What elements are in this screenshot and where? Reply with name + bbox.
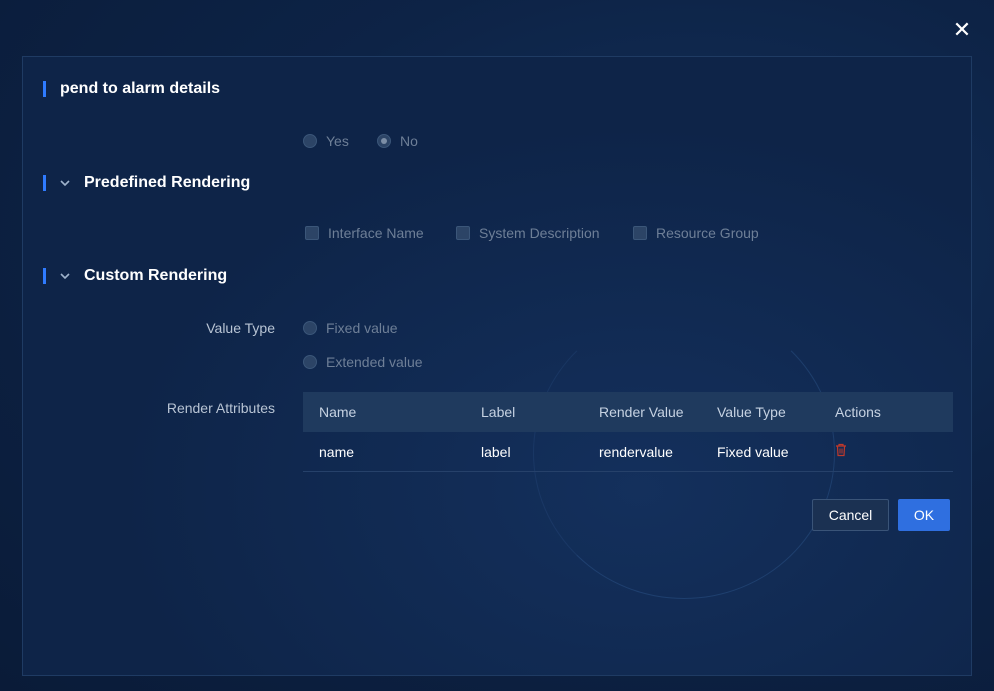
radio-fixed-value-label: Fixed value xyxy=(326,320,398,336)
section-alarm-details-title: pend to alarm details xyxy=(60,80,221,97)
checkbox-interface-name-box[interactable] xyxy=(305,226,319,240)
radio-extended-value[interactable]: Extended value xyxy=(303,354,423,370)
header-value-type: Value Type xyxy=(717,404,786,420)
checkbox-resource-group-box[interactable] xyxy=(633,226,647,240)
header-actions: Actions xyxy=(835,404,881,420)
radio-fixed-value[interactable]: Fixed value xyxy=(303,320,398,336)
header-name: Name xyxy=(319,404,357,420)
radio-fixed-value-circle[interactable] xyxy=(303,321,317,335)
ok-button[interactable]: OK xyxy=(898,499,950,531)
header-label: Label xyxy=(481,404,516,420)
radio-no-circle[interactable] xyxy=(377,134,391,148)
radio-no-label: No xyxy=(400,133,418,149)
close-button[interactable]: ✕ xyxy=(950,18,974,42)
chevron-down-icon[interactable] xyxy=(60,179,70,187)
radio-yes-circle[interactable] xyxy=(303,134,317,148)
close-icon: ✕ xyxy=(952,17,972,42)
radio-no[interactable]: No xyxy=(377,133,418,149)
chevron-down-icon[interactable] xyxy=(60,272,70,280)
cell-label: label xyxy=(481,443,511,460)
checkbox-system-description-box[interactable] xyxy=(456,226,470,240)
checkbox-resource-group[interactable]: Resource Group xyxy=(633,225,759,241)
section-custom-rendering[interactable]: Custom Rendering xyxy=(43,267,227,285)
trash-icon[interactable] xyxy=(835,443,847,457)
cell-render-value: rendervalue xyxy=(599,443,673,460)
checkbox-interface-name[interactable]: Interface Name xyxy=(305,225,424,241)
checkbox-system-description[interactable]: System Description xyxy=(456,225,600,241)
radio-yes-label: Yes xyxy=(326,133,349,149)
value-type-label: Value Type xyxy=(206,320,275,336)
section-predefined-title: Predefined Rendering xyxy=(84,174,251,191)
section-accent-bar xyxy=(43,268,46,284)
header-render-value: Render Value xyxy=(599,404,684,420)
radio-yes[interactable]: Yes xyxy=(303,133,349,149)
section-accent-bar xyxy=(43,175,46,191)
section-alarm-details: pend to alarm details xyxy=(43,80,220,98)
section-accent-bar xyxy=(43,81,46,97)
checkbox-resource-group-label: Resource Group xyxy=(656,225,759,241)
table-header: Name Label Render Value Value Type Actio… xyxy=(303,392,953,432)
cell-name: name xyxy=(319,443,355,460)
table-row: name label rendervalue Fixed value xyxy=(303,432,953,472)
cell-value-type: Fixed value xyxy=(717,443,789,460)
cell-actions xyxy=(835,443,953,460)
render-config-dialog: pend to alarm details Yes No Predefined … xyxy=(22,56,972,676)
render-attributes-label: Render Attributes xyxy=(166,400,275,416)
checkbox-system-description-label: System Description xyxy=(479,225,600,241)
render-attributes-table: Name Label Render Value Value Type Actio… xyxy=(303,392,953,472)
cancel-button[interactable]: Cancel xyxy=(812,499,889,531)
radio-extended-value-label: Extended value xyxy=(326,354,423,370)
checkbox-interface-name-label: Interface Name xyxy=(328,225,424,241)
radio-extended-value-circle[interactable] xyxy=(303,355,317,369)
section-predefined-rendering[interactable]: Predefined Rendering xyxy=(43,174,250,192)
section-custom-title: Custom Rendering xyxy=(84,267,228,284)
